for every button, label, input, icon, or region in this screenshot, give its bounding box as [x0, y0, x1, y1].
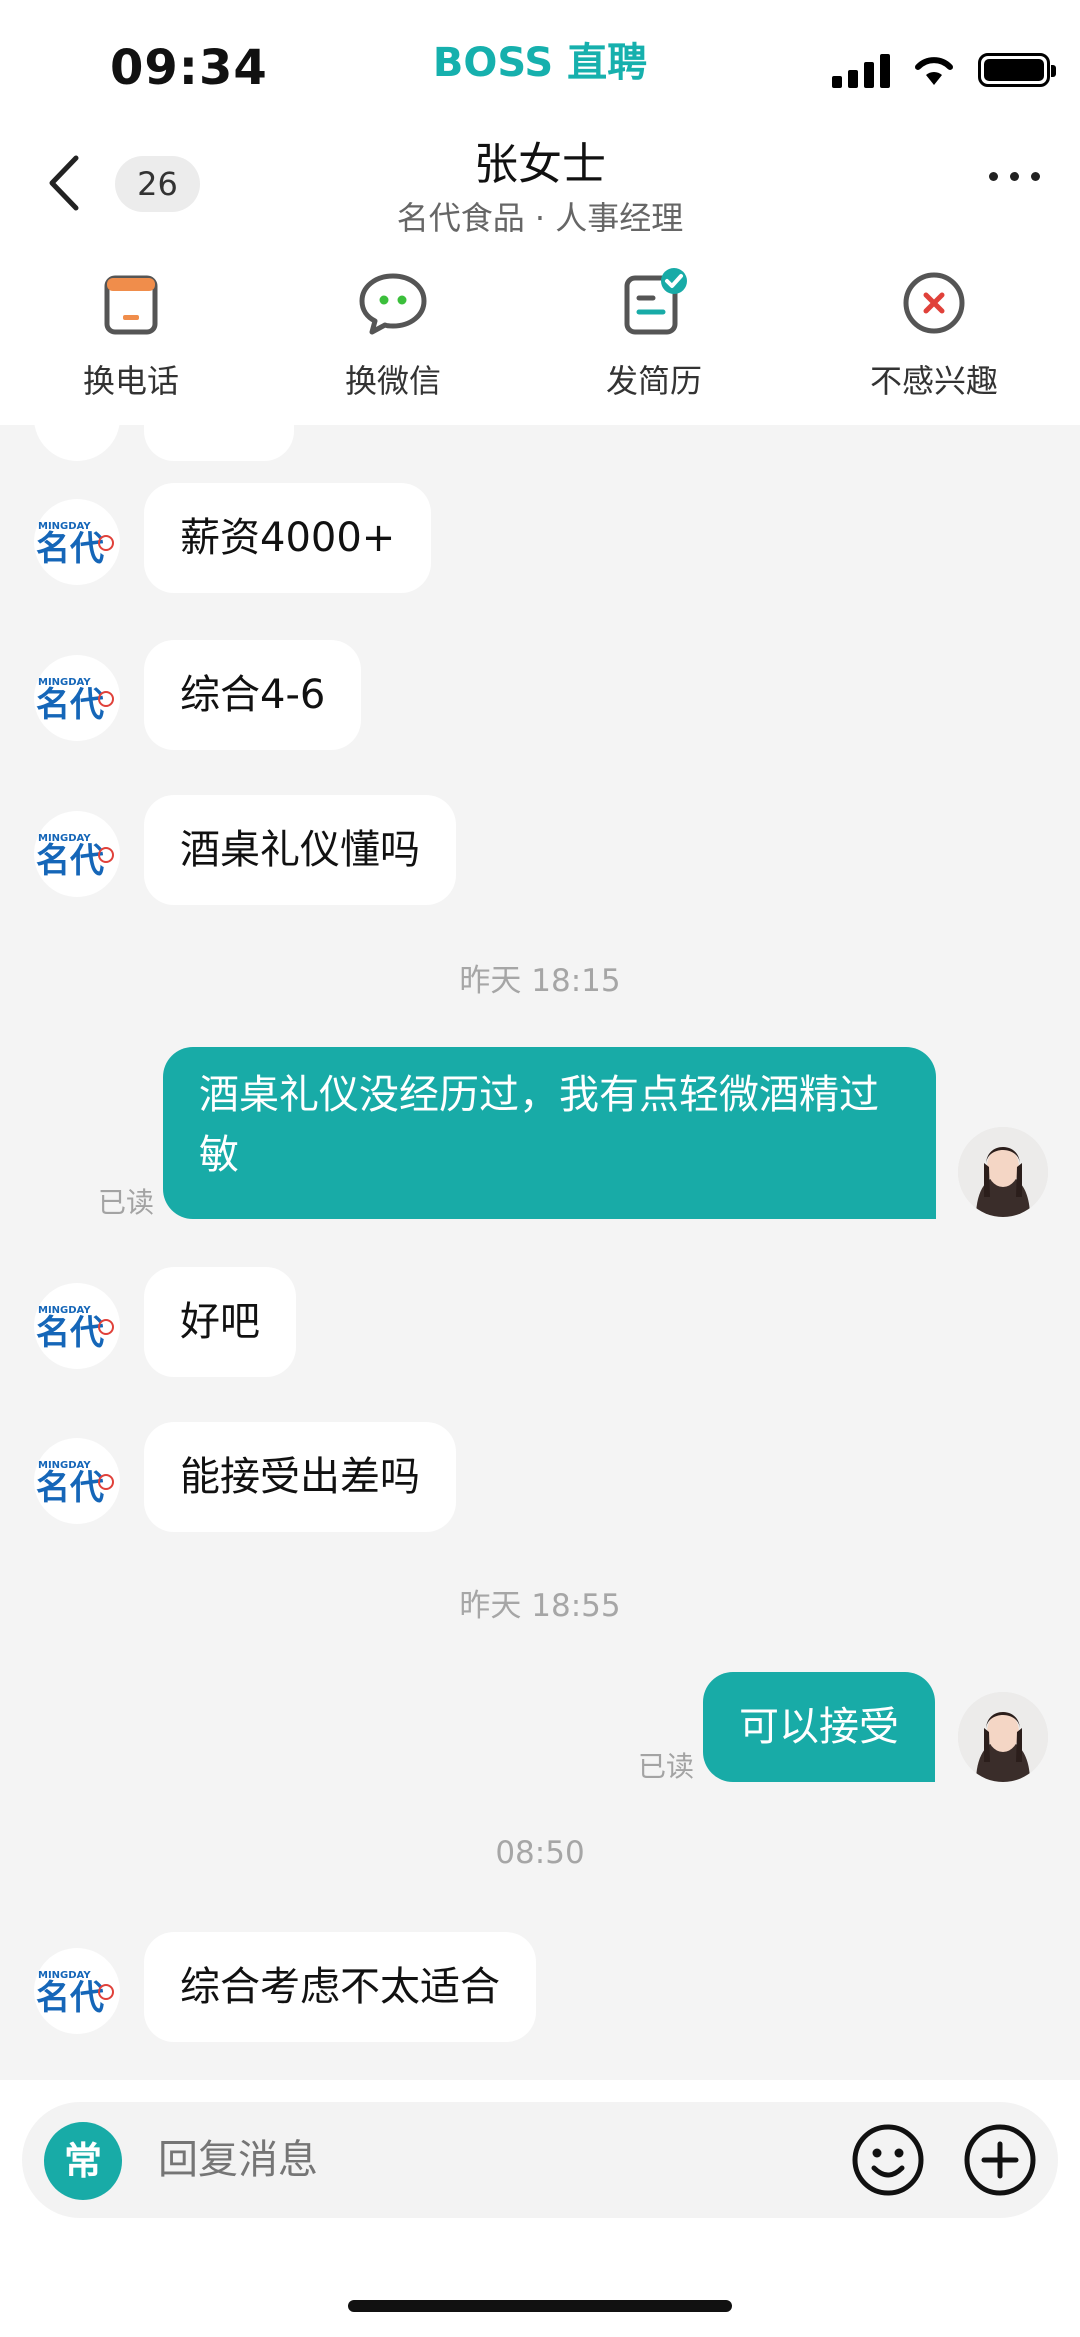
message-timestamp: 昨天 18:55 — [459, 1588, 621, 1624]
previous-message-fragment — [144, 425, 294, 461]
incoming-message[interactable]: 酒桌礼仪懂吗 — [144, 795, 456, 905]
phone-icon — [104, 275, 158, 335]
wechat-icon — [359, 273, 427, 335]
read-receipt: 已读 — [98, 1186, 155, 1219]
send-resume-button[interactable]: 发简历 — [554, 268, 754, 402]
send-resume-label: 发简历 — [605, 362, 702, 400]
incoming-message[interactable]: 能接受出差吗 — [144, 1422, 456, 1532]
action-bar: 换电话 换微信 发简历 不感兴趣 — [0, 268, 1080, 400]
resume-icon — [624, 268, 687, 335]
recruiter-avatar[interactable]: MINGDAY 名代 — [34, 811, 120, 897]
incoming-message[interactable]: 综合4-6 — [144, 640, 362, 750]
incoming-message[interactable]: 薪资4000+ — [144, 483, 432, 593]
input-bar: 常 — [0, 2080, 1080, 2337]
wifi-icon — [915, 57, 953, 85]
contact-name: 张女士 — [474, 139, 606, 190]
battery-icon — [978, 53, 1056, 87]
exchange-phone-button[interactable]: 换电话 — [31, 268, 231, 402]
recruiter-avatar[interactable]: MINGDAY 名代 — [34, 1948, 120, 2034]
contact-subtitle: 名代食品 · 人事经理 — [396, 199, 684, 237]
cellular-signal-icon — [832, 52, 890, 88]
my-avatar[interactable] — [958, 1127, 1048, 1217]
incoming-message[interactable]: 好吧 — [144, 1267, 296, 1377]
more-options-button[interactable] — [989, 172, 1040, 181]
emoji-icon[interactable] — [850, 2122, 926, 2198]
recruiter-avatar[interactable]: MINGDAY 名代 — [34, 499, 120, 585]
exchange-wechat-button[interactable]: 换微信 — [293, 268, 493, 402]
status-icons — [832, 52, 1056, 88]
outgoing-message[interactable]: 可以接受 — [703, 1672, 935, 1782]
recruiter-avatar[interactable]: MINGDAY 名代 — [34, 655, 120, 741]
previous-avatar-fragment — [34, 425, 120, 461]
user-portrait-icon — [958, 1127, 1048, 1217]
message-timestamp: 08:50 — [495, 1835, 585, 1871]
reply-input-container: 常 — [22, 2102, 1058, 2218]
not-interested-label: 不感兴趣 — [869, 362, 998, 400]
plus-icon[interactable] — [962, 2122, 1038, 2198]
not-interested-button[interactable]: 不感兴趣 — [834, 268, 1034, 402]
reply-input[interactable] — [158, 2102, 838, 2218]
incoming-message[interactable]: 综合考虑不太适合 — [144, 1932, 536, 2042]
recruiter-avatar[interactable]: MINGDAY 名代 — [34, 1438, 120, 1524]
exchange-phone-label: 换电话 — [82, 362, 179, 400]
user-portrait-icon — [958, 1692, 1048, 1782]
exchange-wechat-label: 换微信 — [344, 362, 441, 400]
home-indicator[interactable] — [348, 2300, 732, 2312]
not-interested-icon — [903, 272, 965, 334]
outgoing-message[interactable]: 酒桌礼仪没经历过，我有点轻微酒精过 敏 — [163, 1047, 936, 1219]
recruiter-avatar[interactable]: MINGDAY 名代 — [34, 1283, 120, 1369]
chat-message-list[interactable]: MINGDAY 名代 薪资4000+ MINGDAY 名代 综合4-6 MING… — [0, 425, 1080, 2080]
chat-header: 09:34 BOSS 直聘 26 张女士 名代食品 · 人事经理 换电话 换微信… — [0, 0, 1080, 425]
message-timestamp: 昨天 18:15 — [459, 963, 621, 999]
my-avatar[interactable] — [958, 1692, 1048, 1782]
read-receipt: 已读 — [638, 1750, 695, 1783]
common-phrases-button[interactable]: 常 — [44, 2122, 122, 2200]
